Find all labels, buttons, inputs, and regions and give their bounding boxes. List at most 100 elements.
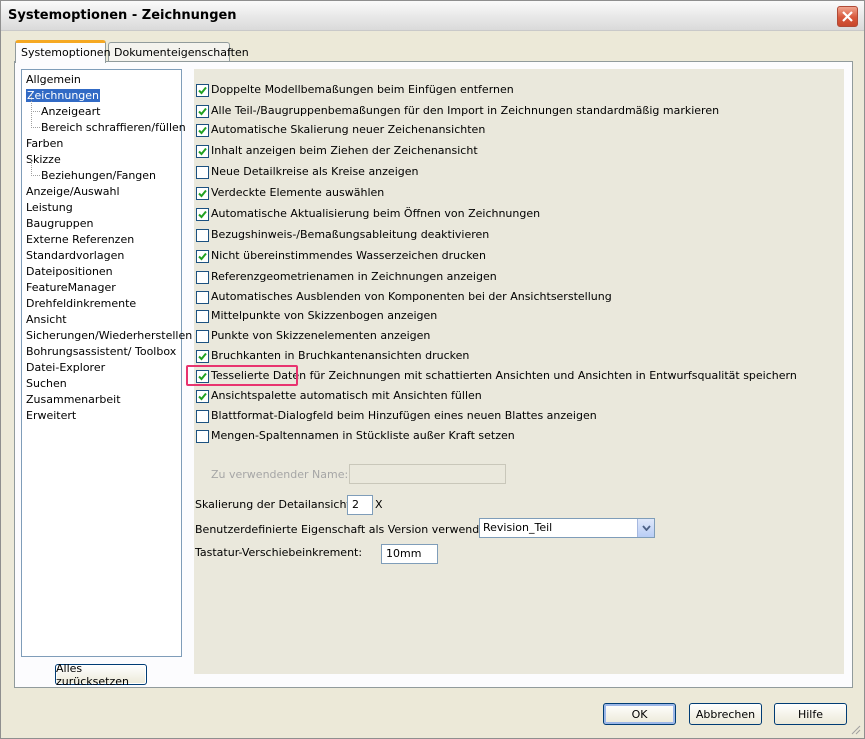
ok-button[interactable]: OK bbox=[603, 703, 676, 725]
tree-item-label: Sicherungen/Wiederherstellen bbox=[26, 329, 193, 342]
chevron-down-icon bbox=[641, 525, 651, 531]
close-button[interactable] bbox=[837, 6, 858, 27]
option-row[interactable]: Bruchkanten in Bruchkantenansichten druc… bbox=[196, 348, 469, 364]
option-checkbox[interactable] bbox=[196, 369, 209, 383]
option-checkbox[interactable] bbox=[196, 409, 209, 423]
tree-item[interactable]: Bohrungsassistent/ Toolbox bbox=[26, 344, 176, 359]
option-label: Ansichtspalette automatisch mit Ansichte… bbox=[211, 389, 482, 402]
option-checkbox[interactable] bbox=[196, 144, 209, 158]
tree-item[interactable]: Zusammenarbeit bbox=[26, 392, 121, 407]
tab-label: Dokumenteigenschaften bbox=[114, 46, 249, 59]
tree-item-label: Allgemein bbox=[26, 73, 81, 86]
option-row[interactable]: Ansichtspalette automatisch mit Ansichte… bbox=[196, 388, 482, 404]
option-row[interactable]: Inhalt anzeigen beim Ziehen der Zeichena… bbox=[196, 143, 478, 159]
resize-grip-icon[interactable] bbox=[849, 723, 861, 735]
tree-item[interactable]: Anzeigeart bbox=[30, 95, 101, 119]
tab-dokumenteigenschaften[interactable]: Dokumenteigenschaften bbox=[108, 42, 249, 62]
checkmark-icon bbox=[198, 86, 207, 94]
tree-item-label: Ansicht bbox=[26, 313, 67, 326]
option-label: Inhalt anzeigen beim Ziehen der Zeichena… bbox=[211, 144, 478, 157]
checkmark-icon bbox=[198, 372, 207, 380]
option-row[interactable]: Automatisches Ausblenden von Komponenten… bbox=[196, 289, 612, 305]
detail-scale-input[interactable]: 2 bbox=[347, 495, 373, 515]
option-checkbox[interactable] bbox=[196, 228, 209, 242]
tree-item[interactable]: Leistung bbox=[26, 200, 73, 215]
option-row[interactable]: Automatische Aktualisierung beim Öffnen … bbox=[196, 206, 540, 222]
option-row[interactable]: Punkte von Skizzenelementen anzeigen bbox=[196, 328, 430, 344]
tab-label: Systemoptionen bbox=[21, 46, 111, 59]
option-checkbox[interactable] bbox=[196, 309, 209, 323]
option-checkbox[interactable] bbox=[196, 329, 209, 343]
option-row[interactable]: Verdeckte Elemente auswählen bbox=[196, 185, 384, 201]
tree-item[interactable]: Baugruppen bbox=[26, 216, 93, 231]
keyboard-step-label: Tastatur-Verschiebeinkrement: bbox=[195, 546, 363, 559]
tree-item[interactable]: Datei-Explorer bbox=[26, 360, 105, 375]
option-checkbox[interactable] bbox=[196, 83, 209, 97]
option-label: Blattformat-Dialogfeld beim Hinzufügen e… bbox=[211, 409, 597, 422]
keyboard-step-input[interactable]: 10mm bbox=[381, 544, 438, 564]
option-row[interactable]: Tesselierte Daten für Zeichnungen mit sc… bbox=[196, 368, 797, 384]
tree-item-label: FeatureManager bbox=[26, 281, 116, 294]
option-checkbox[interactable] bbox=[196, 270, 209, 284]
option-checkbox[interactable] bbox=[196, 429, 209, 443]
option-checkbox[interactable] bbox=[196, 165, 209, 179]
option-label: Verdeckte Elemente auswählen bbox=[211, 186, 385, 199]
tree-item[interactable]: Bereich schraffieren/füllen bbox=[31, 111, 186, 135]
tree-item[interactable]: Dateipositionen bbox=[26, 264, 113, 279]
version-property-select[interactable]: Revision_Teil bbox=[479, 518, 655, 538]
tree-item[interactable]: Ansicht bbox=[26, 312, 67, 327]
tree-item[interactable]: Standardvorlagen bbox=[26, 248, 124, 263]
tree-item[interactable]: Farben bbox=[26, 136, 63, 151]
tree-item[interactable]: Erweitert bbox=[26, 408, 76, 423]
tree-item-label: Externe Referenzen bbox=[26, 233, 135, 246]
help-button[interactable]: Hilfe bbox=[774, 703, 847, 725]
option-checkbox[interactable] bbox=[196, 249, 209, 263]
option-label: Doppelte Modellbemaßungen beim Einfügen … bbox=[211, 83, 514, 96]
option-checkbox[interactable] bbox=[196, 104, 209, 118]
tree-item-label: Bereich schraffieren/füllen bbox=[41, 121, 186, 134]
option-row[interactable]: Automatische Skalierung neuer Zeichenans… bbox=[196, 122, 485, 138]
tree-item[interactable]: Anzeige/Auswahl bbox=[26, 184, 120, 199]
tree-item-label: Standardvorlagen bbox=[26, 249, 125, 262]
tree-item[interactable]: Sicherungen/Wiederherstellen bbox=[26, 328, 192, 343]
tree-item-label: Drehfeldinkremente bbox=[26, 297, 137, 310]
tree-item-label: Erweitert bbox=[26, 409, 77, 422]
reset-all-button[interactable]: Alles zurücksetzen bbox=[55, 662, 147, 688]
option-checkbox[interactable] bbox=[196, 290, 209, 304]
tree-item-label: Anzeigeart bbox=[41, 105, 101, 118]
tree-item[interactable]: Allgemein bbox=[26, 72, 81, 87]
tree-item-label: Beziehungen/Fangen bbox=[41, 169, 157, 182]
tree-item[interactable]: Drehfeldinkremente bbox=[26, 296, 136, 311]
tree-item[interactable]: FeatureManager bbox=[26, 280, 116, 295]
option-checkbox[interactable] bbox=[196, 186, 209, 200]
option-row[interactable]: Referenzgeometrienamen in Zeichnungen an… bbox=[196, 269, 497, 285]
option-checkbox[interactable] bbox=[196, 207, 209, 221]
option-row[interactable]: Mittelpunkte von Skizzenbogen anzeigen bbox=[196, 308, 437, 324]
option-row[interactable]: Doppelte Modellbemaßungen beim Einfügen … bbox=[196, 82, 514, 98]
option-row[interactable]: Bezugshinweis-/Bemaßungsableitung deakti… bbox=[196, 227, 489, 243]
dropdown-arrow[interactable] bbox=[637, 519, 654, 537]
option-row[interactable]: Mengen-Spaltennamen in Stückliste außer … bbox=[196, 428, 515, 444]
checkmark-icon bbox=[198, 107, 207, 115]
option-label: Nicht übereinstimmendes Wasserzeichen dr… bbox=[211, 249, 486, 262]
version-property-value: Revision_Teil bbox=[483, 521, 553, 534]
option-label: Mittelpunkte von Skizzenbogen anzeigen bbox=[211, 309, 438, 322]
option-row[interactable]: Alle Teil-/Baugruppenbemaßungen für den … bbox=[196, 103, 719, 119]
option-label: Alle Teil-/Baugruppenbemaßungen für den … bbox=[211, 104, 720, 117]
option-row[interactable]: Neue Detailkreise als Kreise anzeigen bbox=[196, 164, 418, 180]
tree-item-label: Anzeige/Auswahl bbox=[26, 185, 120, 198]
options-tree[interactable]: Allgemein Zeichnungen Anzeigeart Bereich sc… bbox=[21, 69, 192, 657]
name-input[interactable] bbox=[349, 464, 506, 484]
option-label: Referenzgeometrienamen in Zeichnungen an… bbox=[211, 270, 497, 283]
cancel-button[interactable]: Abbrechen bbox=[689, 703, 762, 725]
tab-systemoptionen[interactable]: Systemoptionen bbox=[15, 40, 111, 63]
tree-item[interactable]: Externe Referenzen bbox=[26, 232, 134, 247]
detail-scale-label: Skalierung der Detailansicht: bbox=[195, 498, 355, 511]
option-checkbox[interactable] bbox=[196, 123, 209, 137]
option-checkbox[interactable] bbox=[196, 349, 209, 363]
tree-item[interactable]: Beziehungen/Fangen bbox=[30, 159, 157, 183]
tree-item[interactable]: Suchen bbox=[26, 376, 67, 391]
option-row[interactable]: Nicht übereinstimmendes Wasserzeichen dr… bbox=[196, 248, 486, 264]
option-row[interactable]: Blattformat-Dialogfeld beim Hinzufügen e… bbox=[196, 408, 597, 424]
option-checkbox[interactable] bbox=[196, 389, 209, 403]
